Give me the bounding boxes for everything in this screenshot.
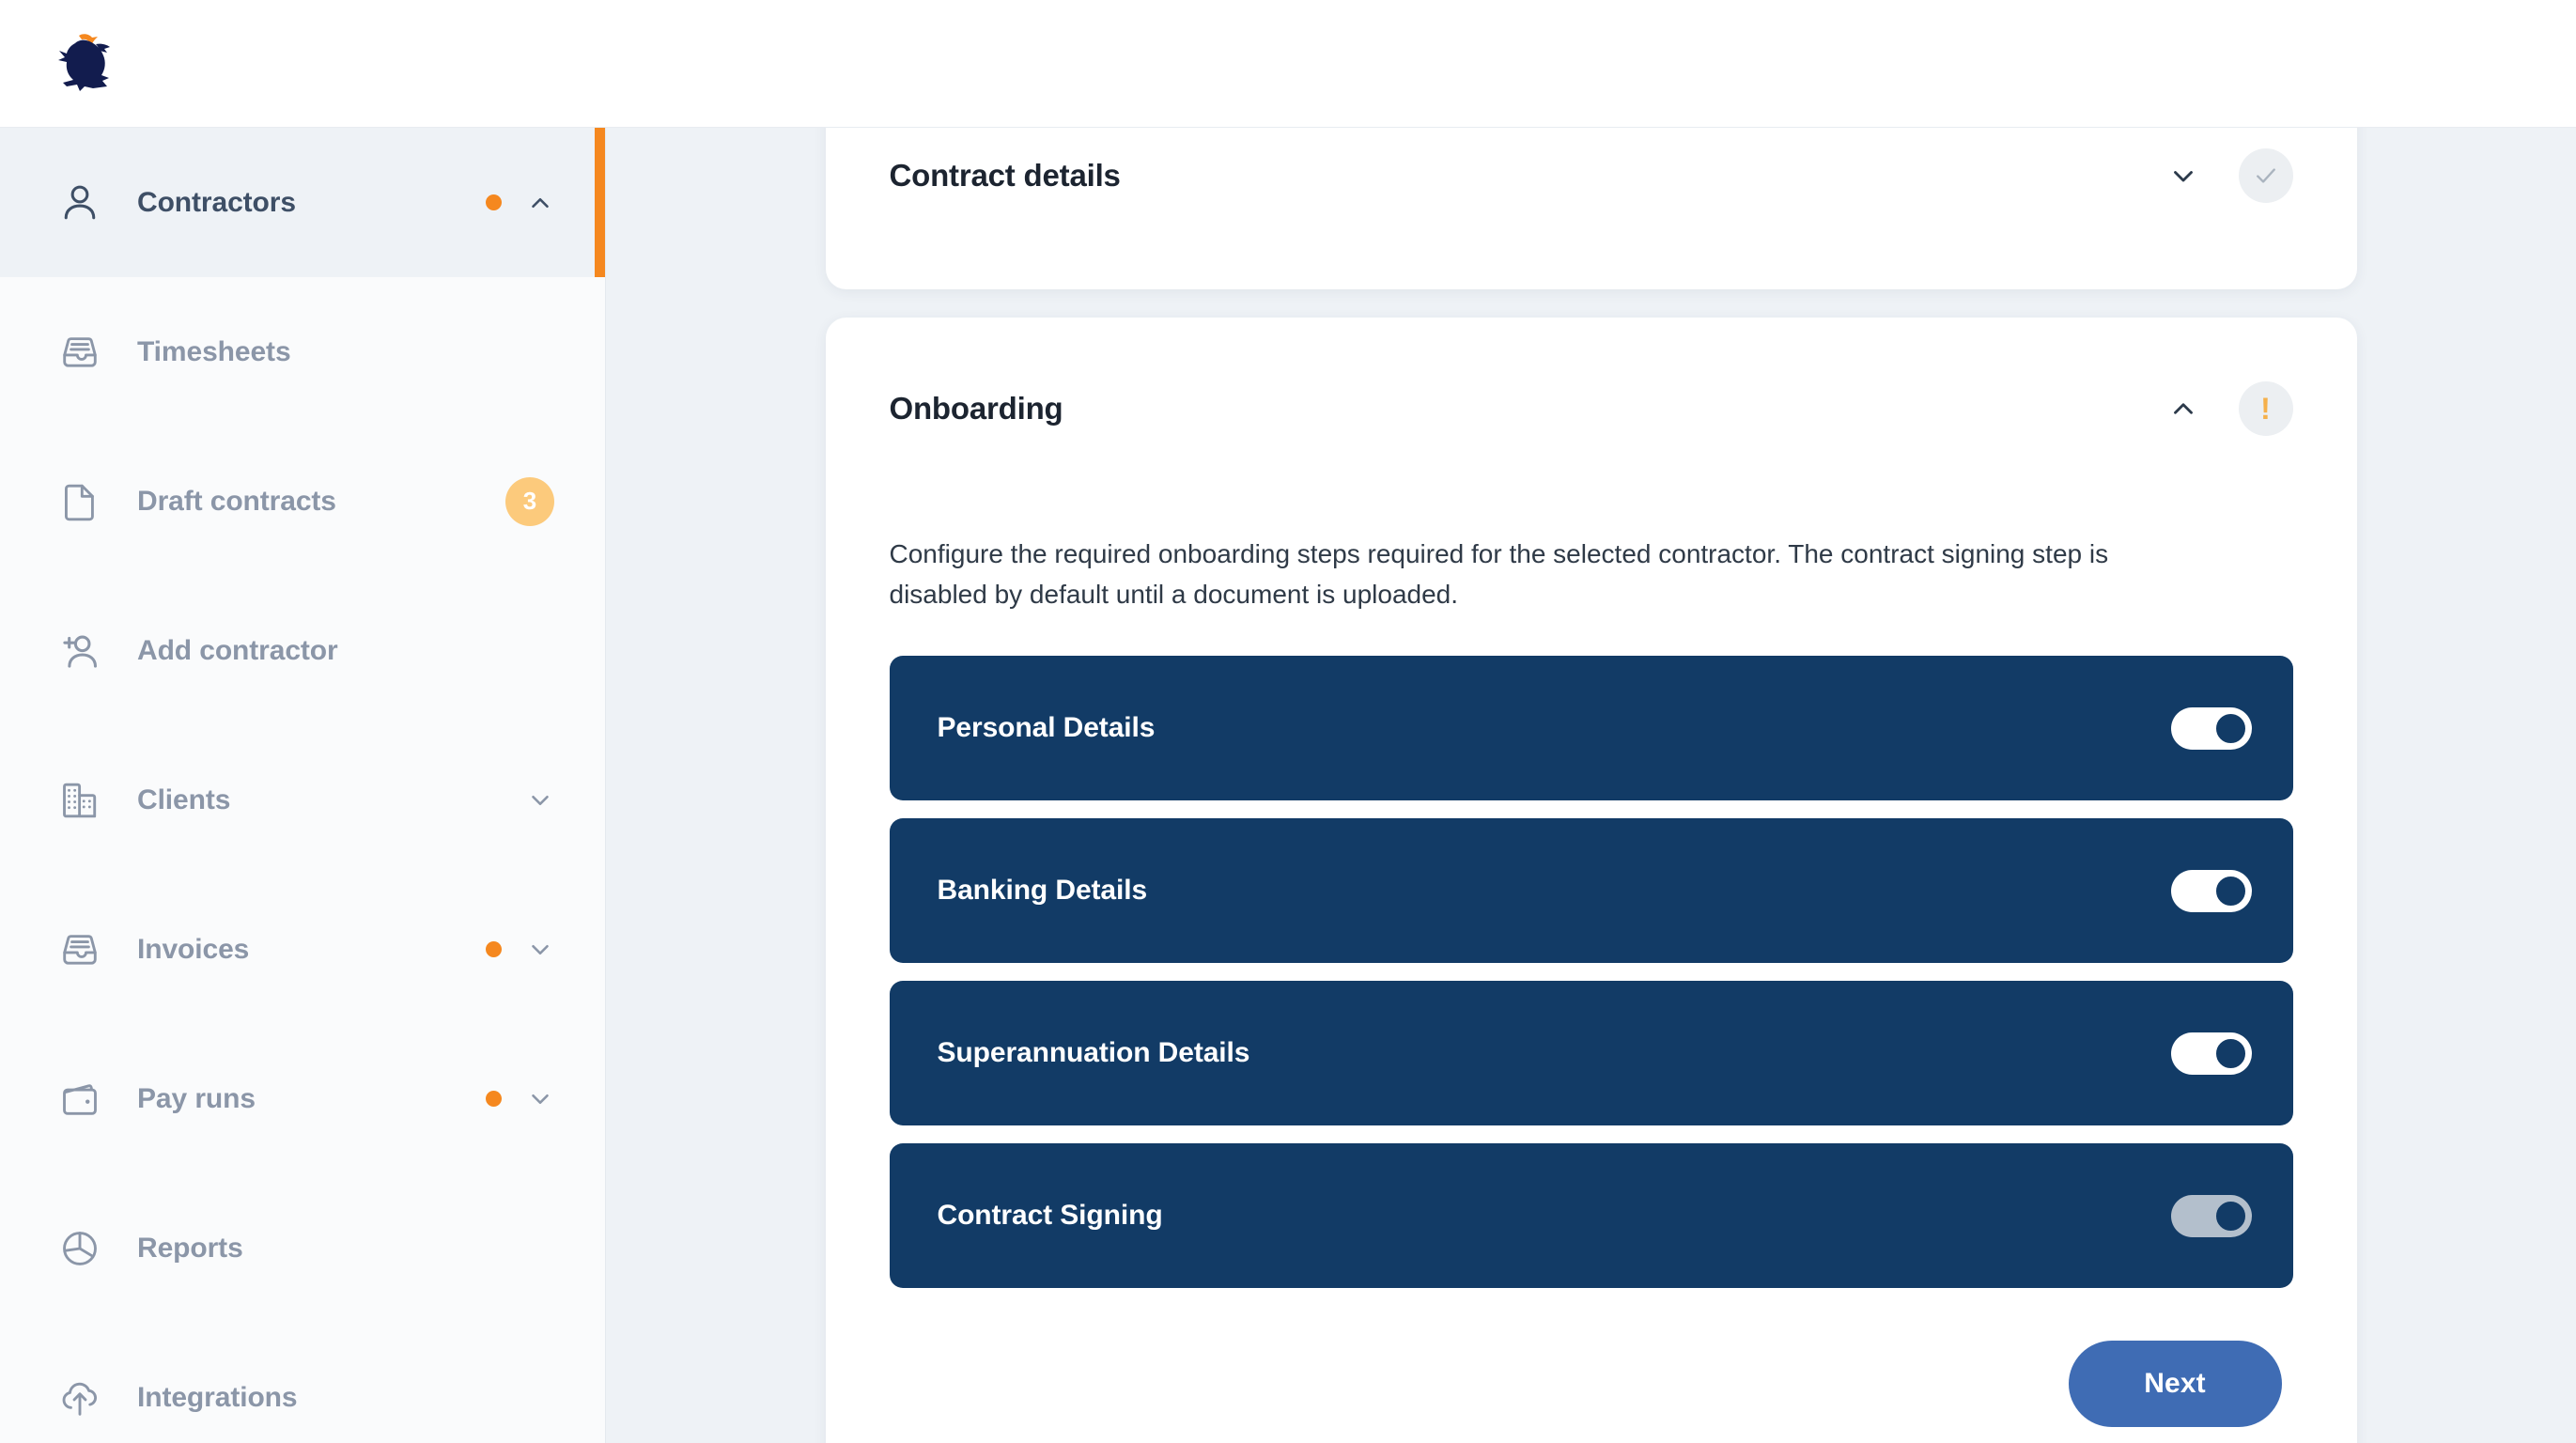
sidebar-item-label: Pay runs: [137, 1082, 256, 1114]
contract-details-header[interactable]: Contract details: [890, 148, 2293, 203]
toggle-knob: [2211, 1197, 2249, 1234]
toggle-banking-details[interactable]: [2170, 869, 2252, 912]
toggle-personal-details[interactable]: [2170, 706, 2252, 750]
user-plus-icon: [58, 629, 116, 673]
body-container: Contractors Timesheets Draft contracts 3…: [0, 128, 2576, 1443]
sidebar-item-label: Integrations: [137, 1381, 298, 1413]
toggle-superannuation-details[interactable]: [2170, 1032, 2252, 1075]
sidebar-item-indicators: [486, 936, 560, 964]
draft-contracts-count-badge: 3: [505, 476, 554, 526]
onboarding-header[interactable]: Onboarding !: [890, 381, 2293, 436]
sidebar-item-label: Contractors: [137, 186, 296, 218]
notification-dot: [486, 1091, 502, 1107]
main-scroll-area[interactable]: Contract details Onboarding ! Configure …: [606, 128, 2576, 1443]
toggle-contract-signing[interactable]: [2170, 1194, 2252, 1237]
sidebar-item-indicators: 3: [505, 476, 560, 526]
step-label: Contract Signing: [937, 1200, 1163, 1232]
wallet-icon: [58, 1078, 116, 1121]
sidebar-item-pay-runs[interactable]: Pay runs: [0, 1024, 605, 1173]
sidebar-item-label: Reports: [137, 1232, 243, 1264]
chevron-down-icon[interactable]: [526, 786, 554, 815]
document-icon: [58, 480, 116, 523]
onboarding-steps-list: Personal Details Banking Details Superan…: [889, 656, 2293, 1289]
sidebar-item-label: Clients: [137, 784, 231, 815]
toggle-knob: [2211, 1034, 2249, 1072]
sidebar-item-label: Invoices: [137, 933, 250, 965]
onboarding-card: Onboarding ! Configure the required onbo…: [825, 318, 2357, 1443]
sidebar-item-timesheets[interactable]: Timesheets: [0, 277, 605, 427]
chevron-down-icon[interactable]: [2167, 160, 2199, 192]
onboarding-step-banking-details[interactable]: Banking Details: [889, 818, 2293, 964]
onboarding-actions: !: [2167, 381, 2293, 436]
sidebar-item-indicators: [486, 1085, 560, 1113]
page-title: Contract details: [889, 158, 1121, 193]
app-logo[interactable]: [0, 33, 150, 95]
check-icon: [2256, 168, 2275, 183]
toggle-knob: [2211, 709, 2249, 747]
onboarding-step-contract-signing[interactable]: Contract Signing: [889, 1143, 2293, 1289]
contract-details-card: Contract details: [825, 128, 2357, 289]
onboarding-description: Configure the required onboarding steps …: [889, 539, 2109, 610]
chevron-up-icon[interactable]: [526, 189, 554, 217]
next-button[interactable]: Next: [2068, 1341, 2282, 1428]
sidebar-item-integrations[interactable]: Integrations: [0, 1323, 605, 1443]
chevron-down-icon[interactable]: [526, 1085, 554, 1113]
inbox-icon: [58, 928, 116, 971]
toggle-knob: [2211, 872, 2249, 909]
sidebar-item-reports[interactable]: Reports: [0, 1173, 605, 1323]
status-badge-attention: !: [2238, 381, 2293, 436]
notification-dot: [486, 194, 502, 210]
sidebar-item-label: Add contractor: [137, 634, 338, 666]
top-bar: [0, 0, 2576, 128]
notification-dot: [486, 941, 502, 957]
sidebar-item-indicators: [526, 786, 560, 815]
app-root: Contractors Timesheets Draft contracts 3…: [0, 0, 2576, 1443]
active-indicator-bar: [595, 128, 605, 277]
cockatoo-logo-icon: [58, 33, 110, 91]
onboarding-footer: Next: [890, 1341, 2293, 1428]
step-label: Personal Details: [937, 712, 1156, 744]
pie-chart-icon: [58, 1227, 116, 1270]
cloud-upload-icon: [58, 1376, 116, 1420]
sidebar-item-contractors[interactable]: Contractors: [0, 128, 605, 277]
status-badge-complete: [2238, 148, 2293, 203]
sidebar: Contractors Timesheets Draft contracts 3…: [0, 128, 606, 1443]
sidebar-item-indicators: [486, 189, 560, 217]
sidebar-item-clients[interactable]: Clients: [0, 725, 605, 875]
chevron-up-icon[interactable]: [2167, 393, 2199, 425]
step-label: Banking Details: [937, 875, 1148, 907]
sidebar-item-label: Draft contracts: [137, 485, 336, 517]
sidebar-item-invoices[interactable]: Invoices: [0, 875, 605, 1024]
building-icon: [58, 779, 116, 822]
user-icon: [58, 181, 116, 225]
sidebar-item-label: Timesheets: [137, 335, 291, 367]
step-label: Superannuation Details: [937, 1037, 1250, 1069]
onboarding-step-superannuation-details[interactable]: Superannuation Details: [889, 981, 2293, 1126]
exclamation-icon: !: [2260, 392, 2271, 426]
inbox-icon: [58, 331, 116, 374]
onboarding-step-personal-details[interactable]: Personal Details: [889, 656, 2293, 801]
onboarding-title: Onboarding: [889, 391, 1063, 426]
main-content: Contract details Onboarding ! Configure …: [606, 128, 2576, 1443]
contract-details-actions: [2167, 148, 2293, 203]
sidebar-item-add-contractor[interactable]: Add contractor: [0, 576, 605, 725]
sidebar-item-draft-contracts[interactable]: Draft contracts 3: [0, 427, 605, 576]
chevron-down-icon[interactable]: [526, 936, 554, 964]
